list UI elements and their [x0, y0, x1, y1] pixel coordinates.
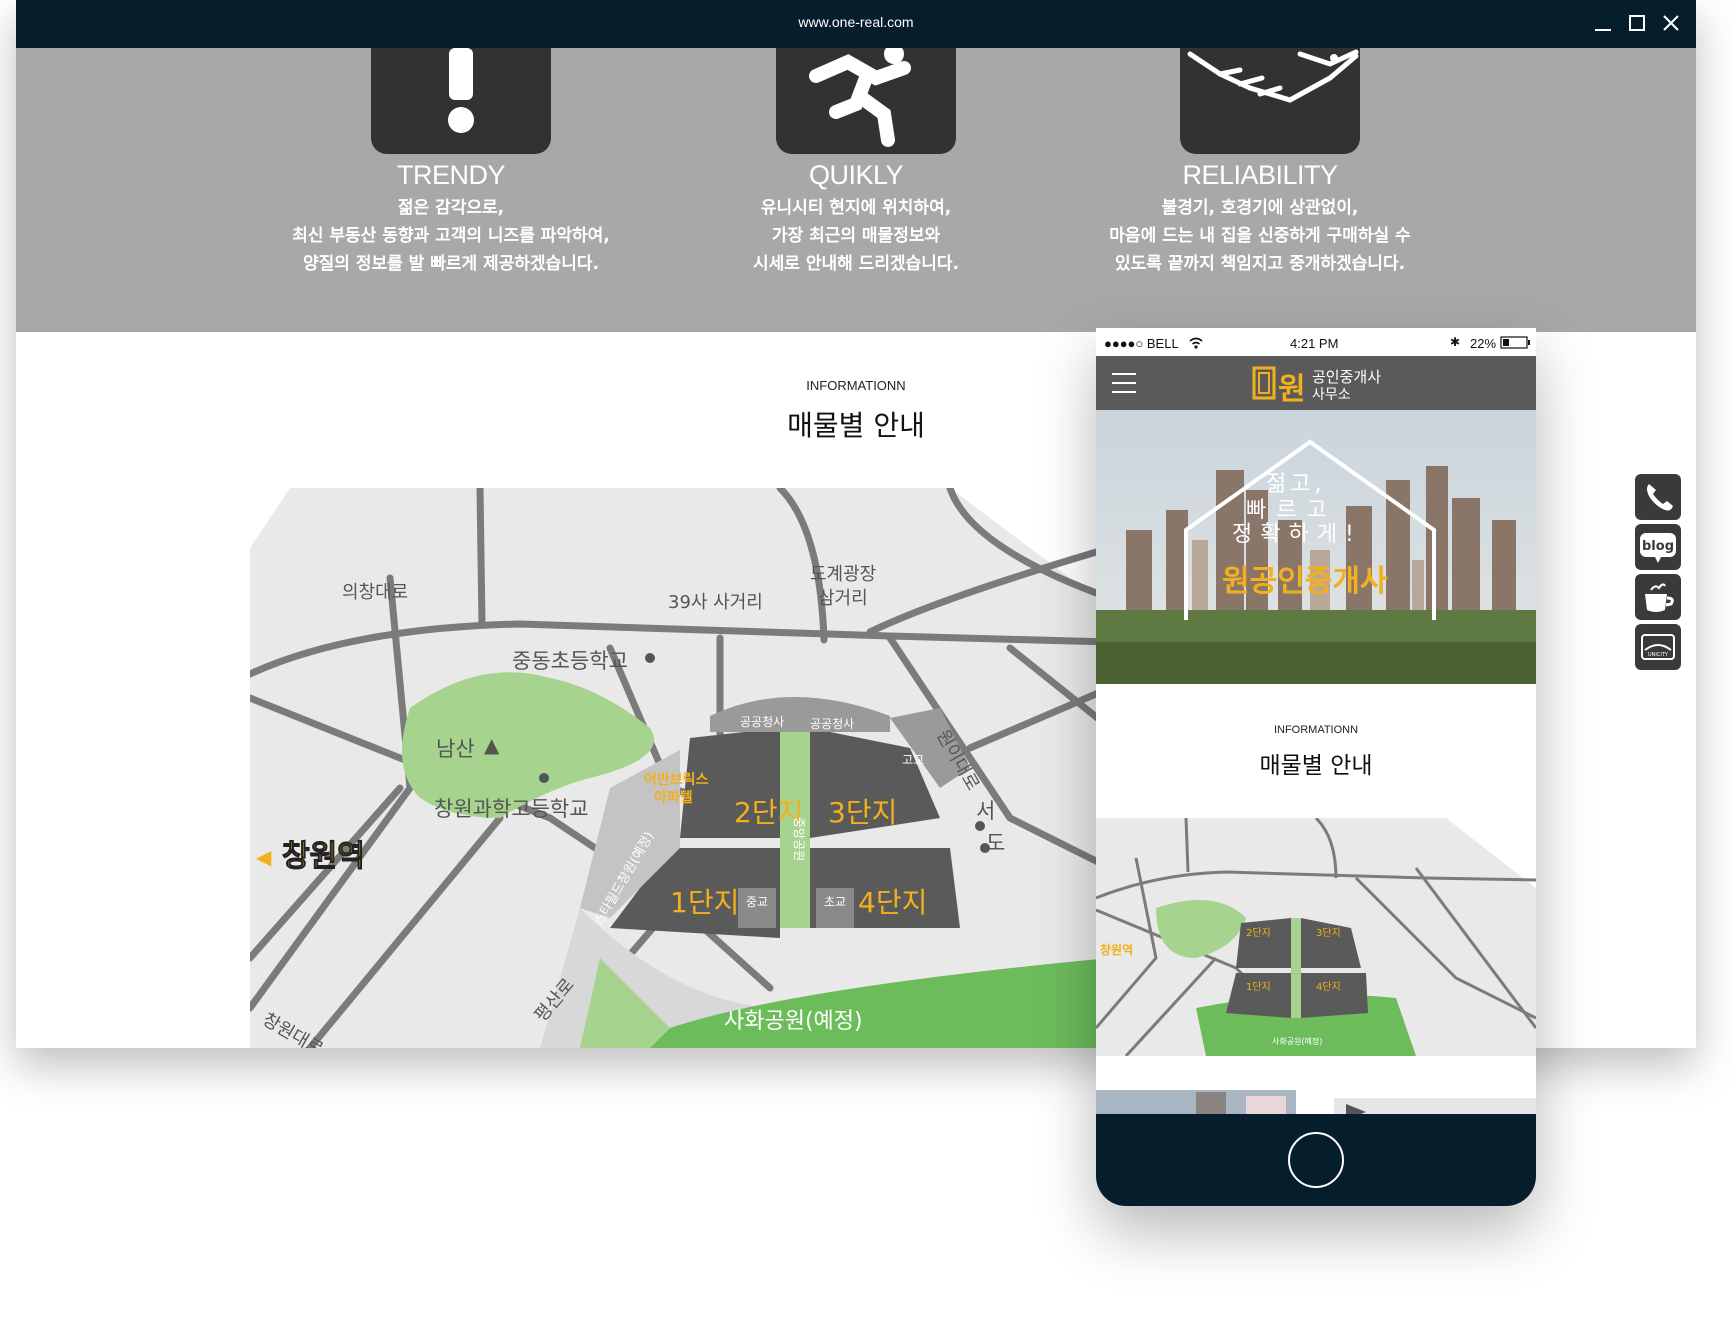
phone-location-map: 창원역 2단지 3단지 1단지 4단지 사화공원(예정) — [1096, 818, 1536, 1056]
svg-text:◀: ◀ — [256, 845, 272, 869]
logo-mark-icon — [1252, 366, 1276, 400]
apt-label: 어반브릭스 — [644, 771, 709, 788]
phone-body: ●●●●○ BELL 4:21 PM ✱ 22% 원 공인중개사 사무소 젊고,… — [1096, 328, 1536, 1206]
gov-label: 공공청사 — [810, 717, 854, 731]
feature-title: TRENDY — [396, 160, 506, 190]
logo-line2: 사무소 — [1312, 387, 1351, 403]
phone-park-label: 사화공원(예정) — [1272, 1036, 1322, 1046]
elem-school-label: 초교 — [824, 895, 846, 909]
map-label: 의창대로 — [342, 582, 408, 603]
wifi-icon — [1189, 337, 1203, 349]
phone-status-bar: ●●●●○ BELL 4:21 PM ✱ 22% — [1096, 328, 1536, 356]
phone-complex-2: 2단지 — [1246, 927, 1271, 939]
map-label: 창원과학고등학교 — [434, 797, 589, 821]
location-map: 의창대로 39사 사거리 도계광장 삼거리 중동초등학교 남산 ▲ 창원과학고등… — [250, 488, 1110, 1048]
complex-4: 4단지 — [858, 886, 927, 919]
phone-section-eyebrow: INFORMATIONN — [1273, 724, 1359, 736]
window-url: www.one-real.com — [798, 14, 914, 30]
handshake-icon — [1180, 48, 1360, 154]
phone-complex-3: 3단지 — [1316, 927, 1341, 939]
exclamation-icon — [371, 48, 551, 154]
complex-1: 1단지 — [670, 886, 739, 919]
phone-mockup: ●●●●○ BELL 4:21 PM ✱ 22% 원 공인중개사 사무소 젊고,… — [1096, 328, 1536, 1206]
battery-icon — [1500, 336, 1530, 349]
feature-description: 유니시티 현지에 위치하여, 가장 최근의 매물정보와 시세로 안내해 드리겠습니다… — [753, 198, 959, 274]
hamburger-menu-icon[interactable] — [1110, 370, 1138, 396]
brand-logo[interactable]: 원 공인중개사 사무소 — [1252, 364, 1392, 407]
phone-bottom-bezel — [1096, 1114, 1536, 1206]
feature-title: QUIKLY — [808, 160, 904, 190]
coffee-icon[interactable] — [1635, 574, 1681, 620]
map-label: 도계광장 — [810, 564, 876, 585]
map-label: 서 — [976, 799, 995, 823]
complex-3: 3단지 — [828, 796, 897, 829]
feature-description: 불경기, 호경기에 상관없이, 마음에 드는 내 집을 신중하게 구매하실 수 있도… — [1109, 198, 1411, 274]
map-label: 중동초등학교 — [512, 649, 628, 673]
bluetooth-icon: ✱ — [1450, 335, 1461, 349]
cafe-icon[interactable]: UNICITY — [1635, 624, 1681, 670]
feature-description: 젊은 감각으로, 최신 부동산 동향과 고객의 니즈를 파악하여, 양질의 정보를 … — [292, 198, 610, 274]
status-time: 4:21 PM — [1290, 336, 1339, 351]
banner-line3: 정확하게! — [1232, 522, 1362, 547]
map-label: 삼거리 — [818, 588, 868, 609]
svg-text:▲: ▲ — [484, 733, 500, 757]
carrier: ●●●●○ BELL — [1104, 336, 1179, 351]
phone-section-title: 매물별 안내 — [1259, 753, 1373, 779]
home-button[interactable] — [1288, 1132, 1344, 1188]
svg-text:UNICITY: UNICITY — [1648, 652, 1669, 658]
close-icon[interactable] — [1654, 8, 1688, 40]
feature-title: RELIABILITY — [1182, 160, 1338, 190]
logo-mark: 원 — [1278, 372, 1306, 407]
central-park-label: 중앙공원 — [792, 817, 806, 861]
apt-label: 아파텔 — [654, 789, 693, 806]
phone-header: 원 공인중개사 사무소 — [1096, 356, 1536, 410]
map-label: 39사 사거리 — [668, 592, 763, 613]
phone-complex-1: 1단지 — [1246, 981, 1271, 993]
banner-brand: 원공인중개사 — [1222, 564, 1388, 599]
park-label: 사화공원(예정) — [724, 1009, 863, 1034]
map-label: 남산 — [436, 737, 475, 761]
station-label: 창원역 — [282, 839, 365, 874]
gov-label: 공공청사 — [740, 715, 784, 729]
map-label: 도 — [986, 831, 1005, 855]
title-bar: www.one-real.com — [16, 0, 1696, 48]
phone-complex-4: 4단지 — [1316, 981, 1341, 993]
mid-school-label: 중교 — [746, 895, 768, 909]
blog-icon[interactable]: blog — [1635, 524, 1681, 570]
maximize-icon[interactable] — [1620, 8, 1654, 40]
svg-text:blog: blog — [1642, 539, 1674, 554]
features-hero: TRENDY 젊은 감각으로, 최신 부동산 동향과 고객의 니즈를 파악하여, 양… — [16, 44, 1696, 332]
minimize-icon[interactable] — [1586, 8, 1620, 40]
phone-icon[interactable] — [1635, 474, 1681, 520]
running-person-icon — [776, 44, 956, 154]
phone-banner: 젊고, 빠르고 정확하게! 원공인중개사 — [1096, 410, 1536, 684]
high-school-label: 고교 — [902, 753, 924, 767]
battery-percent: 22% — [1470, 336, 1497, 351]
phone-station-label: 창원역 — [1100, 942, 1133, 957]
